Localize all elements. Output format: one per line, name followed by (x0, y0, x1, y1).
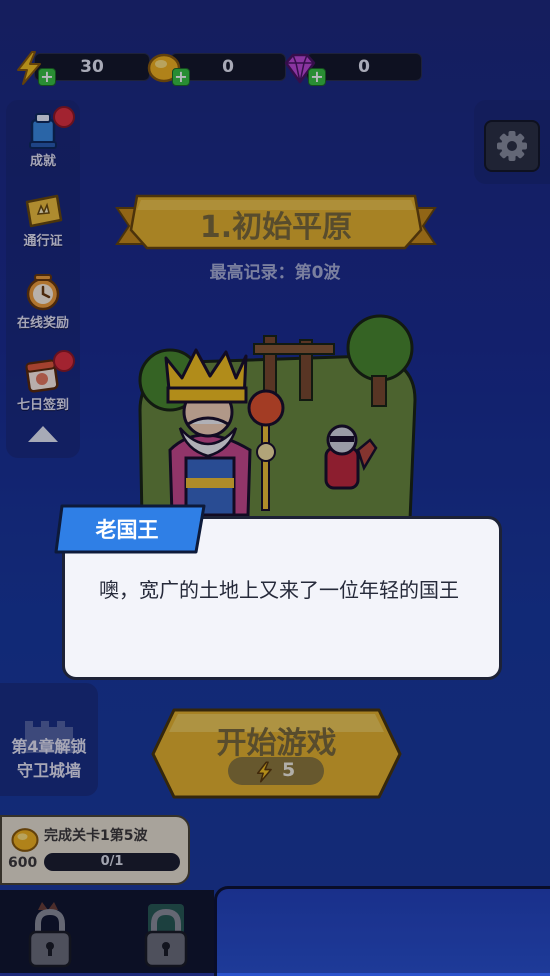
gold-coin-icon (11, 828, 39, 852)
speaker-tag: 老国王 (54, 504, 206, 554)
sidebar-item-label: 通行证 (23, 234, 63, 249)
signin-badge (53, 350, 75, 372)
chapter-unlock-line2: 守卫城墙 (16, 761, 81, 780)
level-banner: 1.初始平原 (115, 190, 437, 256)
gem-counter[interactable]: 0 + (282, 50, 422, 86)
add-gem-button[interactable]: + (308, 68, 326, 86)
energy-cost-pill (228, 757, 324, 785)
bottom-tab-active[interactable] (214, 886, 550, 976)
sidebar-item-label: 七日签到 (16, 398, 69, 413)
sidebar-item-achievements[interactable]: 成就 (6, 104, 80, 182)
bottom-tab-hero-locked[interactable] (20, 900, 80, 970)
sidebar-item-pass[interactable]: 通行证 (6, 184, 80, 262)
add-energy-button[interactable]: + (38, 68, 56, 86)
quest-reward-amount: 600 (8, 855, 38, 871)
dialog-text: 噢，宽广的土地上又来了一位年轻的国王 (99, 578, 459, 602)
bottom-tab-cards-locked[interactable] (136, 900, 196, 970)
lock-icon (28, 902, 72, 968)
king-and-knight-illustration (138, 314, 417, 522)
bottom-nav (0, 886, 550, 976)
chapter-unlock-label: 第4章解锁 守卫城墙 (0, 735, 98, 783)
start-game-button[interactable]: 开始游戏 5 (150, 706, 403, 801)
quest-progress-text: 0/1 (100, 854, 124, 869)
gear-icon (497, 131, 527, 161)
quest-title: 完成关卡1第5波 (44, 828, 148, 844)
energy-cost-value: 5 (282, 759, 296, 781)
chapter-unlock-panel[interactable]: 第4章解锁 守卫城墙 (0, 683, 98, 796)
lightning-icon (256, 761, 272, 783)
settings-button[interactable] (484, 120, 540, 172)
level-title: 1.初始平原 (199, 210, 353, 245)
quest-panel[interactable]: 完成关卡1第5波 600 0/1 (0, 815, 190, 885)
energy-counter[interactable]: 30 + (12, 50, 150, 86)
sidebar-item-label: 成就 (29, 154, 56, 169)
sidebar-item-seven-day-signin[interactable]: 七日签到 (6, 348, 80, 426)
chapter-unlock-line1: 第4章解锁 (11, 737, 87, 756)
best-record: 最高记录：第0波 (209, 263, 341, 283)
add-gold-button[interactable]: + (172, 68, 190, 86)
speaker-name: 老国王 (95, 518, 159, 542)
settings-panel (474, 100, 550, 184)
collapse-sidebar-button[interactable] (28, 426, 58, 442)
sidebar-item-label: 在线奖励 (16, 316, 69, 331)
start-game-label: 开始游戏 (216, 726, 337, 761)
lock-icon (144, 904, 188, 968)
achievements-badge (53, 106, 75, 128)
gold-counter[interactable]: 0 + (146, 50, 286, 86)
ticket-icon (25, 194, 63, 228)
level-scene (130, 300, 420, 530)
